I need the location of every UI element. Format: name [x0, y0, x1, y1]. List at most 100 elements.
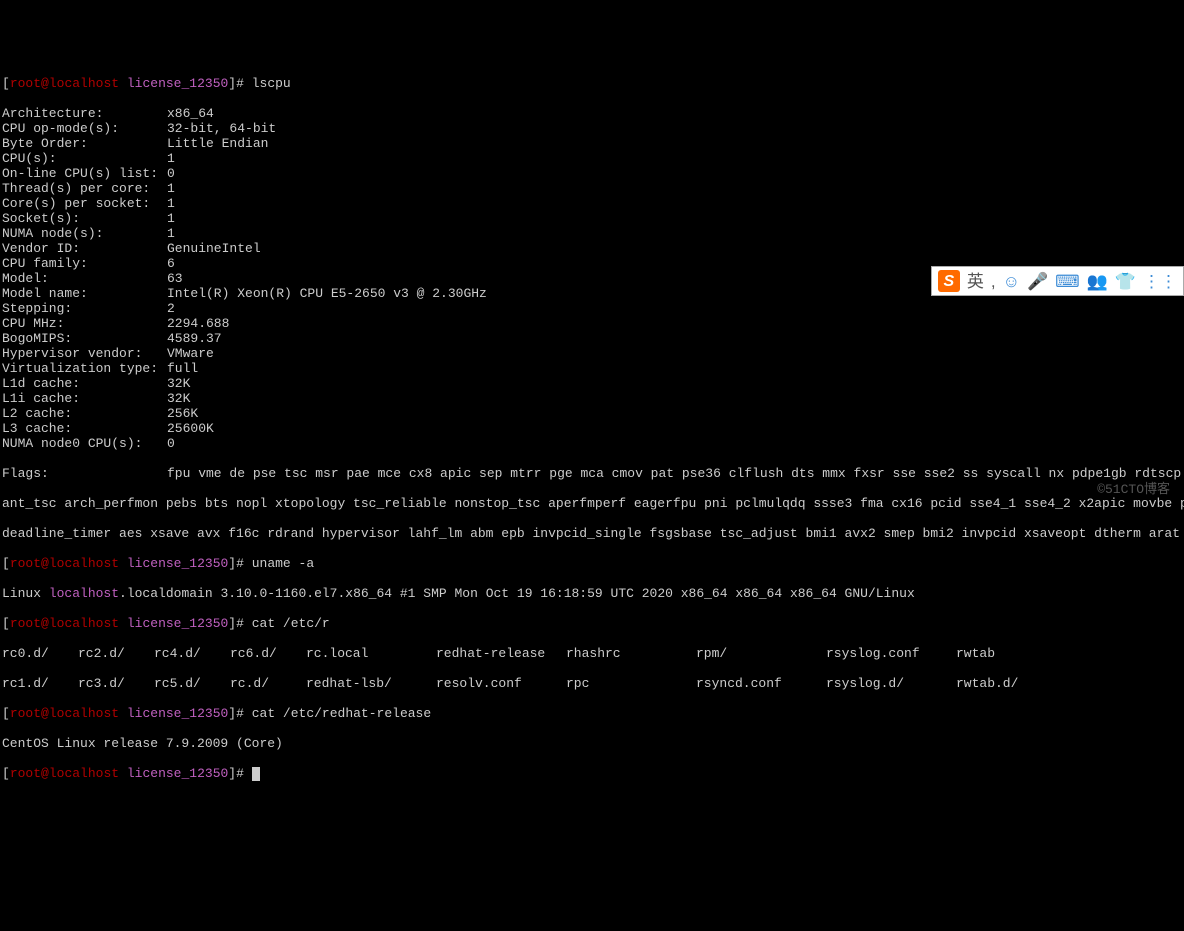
lscpu-val: 32K — [167, 376, 190, 391]
tab-item: redhat-release — [436, 646, 566, 661]
tab-item: rpc — [566, 676, 696, 691]
lscpu-val: 2294.688 — [167, 316, 229, 331]
lscpu-val: Little Endian — [167, 136, 268, 151]
lscpu-key: Stepping: — [2, 301, 167, 316]
ime-keyboard-icon[interactable]: ⌨ — [1055, 274, 1080, 289]
lscpu-val: 32-bit, 64-bit — [167, 121, 276, 136]
ime-menu-icon[interactable]: ⋮⋮ — [1143, 274, 1177, 289]
prompt-host: localhost — [49, 76, 119, 91]
lscpu-row: Virtualization type:full — [2, 361, 1184, 376]
tab-item: resolv.conf — [436, 676, 566, 691]
prompt-dir: license_12350 — [127, 76, 228, 91]
prompt-line-2: [root@localhost license_12350]# uname -a — [2, 556, 1184, 571]
cmd-lscpu: lscpu — [252, 76, 291, 91]
ime-skin-icon[interactable]: 👕 — [1115, 274, 1136, 289]
bracket-open: [ — [2, 76, 10, 91]
lscpu-key: Vendor ID: — [2, 241, 167, 256]
lscpu-row: Vendor ID:GenuineIntel — [2, 241, 1184, 256]
lscpu-key: Hypervisor vendor: — [2, 346, 167, 361]
cmd-uname: uname -a — [252, 556, 314, 571]
prompt-at: @ — [41, 76, 49, 91]
tab-item: rhashrc — [566, 646, 696, 661]
ime-punct-toggle[interactable]: , — [991, 274, 996, 289]
lscpu-key: CPU op-mode(s): — [2, 121, 167, 136]
prompt-line-4: [root@localhost license_12350]# cat /etc… — [2, 706, 1184, 721]
lscpu-key: L3 cache: — [2, 421, 167, 436]
lscpu-row: CPU MHz:2294.688 — [2, 316, 1184, 331]
lscpu-key: Socket(s): — [2, 211, 167, 226]
lscpu-key: L2 cache: — [2, 406, 167, 421]
lscpu-row: Stepping:2 — [2, 301, 1184, 316]
tab-item: rwtab — [956, 646, 1056, 661]
lscpu-key: BogoMIPS: — [2, 331, 167, 346]
lscpu-val: 1 — [167, 181, 175, 196]
tab-item: rwtab.d/ — [956, 676, 1056, 691]
ime-lang-toggle[interactable]: 英 — [967, 274, 984, 289]
tab-item: rc1.d/ — [2, 676, 78, 691]
tab-completion-row-1: rc0.d/rc2.d/rc4.d/rc6.d/rc.localredhat-r… — [2, 646, 1184, 661]
tab-item: rc4.d/ — [154, 646, 230, 661]
uname-output: Linux localhost.localdomain 3.10.0-1160.… — [2, 586, 1184, 601]
tab-item: rpm/ — [696, 646, 826, 661]
cmd-cat-r: cat /etc/r — [252, 616, 330, 631]
lscpu-key: Thread(s) per core: — [2, 181, 167, 196]
bracket-close: ]# — [228, 76, 244, 91]
prompt-user: root — [10, 76, 41, 91]
tab-item: rc6.d/ — [230, 646, 306, 661]
lscpu-key: On-line CPU(s) list: — [2, 166, 167, 181]
tab-item: rsyncd.conf — [696, 676, 826, 691]
redhat-release-output: CentOS Linux release 7.9.2009 (Core) — [2, 736, 1184, 751]
lscpu-row: Architecture:x86_64 — [2, 106, 1184, 121]
lscpu-key: CPU(s): — [2, 151, 167, 166]
watermark: ©51CTO博客 — [1097, 482, 1170, 497]
lscpu-val: 6 — [167, 256, 175, 271]
cursor[interactable] — [252, 767, 260, 781]
lscpu-val: 25600K — [167, 421, 214, 436]
ime-emoji-icon[interactable]: ☺ — [1003, 274, 1020, 289]
lscpu-key: NUMA node0 CPU(s): — [2, 436, 167, 451]
lscpu-val: 2 — [167, 301, 175, 316]
lscpu-row: L2 cache:256K — [2, 406, 1184, 421]
prompt-line-1: [root@localhost license_12350]# lscpu — [2, 76, 1184, 91]
lscpu-row: NUMA node(s):1 — [2, 226, 1184, 241]
lscpu-key: Core(s) per socket: — [2, 196, 167, 211]
tab-item: rc.local — [306, 646, 436, 661]
flags-text-0: fpu vme de pse tsc msr pae mce cx8 apic … — [167, 466, 1184, 481]
lscpu-key: L1i cache: — [2, 391, 167, 406]
terminal[interactable]: [root@localhost license_12350]# lscpu Ar… — [0, 60, 1184, 796]
ime-voice-icon[interactable]: 🎤 — [1027, 274, 1048, 289]
lscpu-key: NUMA node(s): — [2, 226, 167, 241]
lscpu-row: Hypervisor vendor:VMware — [2, 346, 1184, 361]
lscpu-val: 63 — [167, 271, 183, 286]
lscpu-val: Intel(R) Xeon(R) CPU E5-2650 v3 @ 2.30GH… — [167, 286, 487, 301]
lscpu-val: x86_64 — [167, 106, 214, 121]
flags-label: Flags: — [2, 466, 167, 481]
tab-item: rc.d/ — [230, 676, 306, 691]
lscpu-row: L1d cache:32K — [2, 376, 1184, 391]
lscpu-row: L3 cache:25600K — [2, 421, 1184, 436]
tab-item: rc0.d/ — [2, 646, 78, 661]
ime-toolbar[interactable]: S 英 , ☺ 🎤 ⌨ 👥 👕 ⋮⋮ — [931, 266, 1184, 296]
lscpu-row: NUMA node0 CPU(s):0 — [2, 436, 1184, 451]
tab-item: rc3.d/ — [78, 676, 154, 691]
lscpu-key: Model: — [2, 271, 167, 286]
lscpu-key: L1d cache: — [2, 376, 167, 391]
lscpu-row: BogoMIPS:4589.37 — [2, 331, 1184, 346]
tab-item: rsyslog.d/ — [826, 676, 956, 691]
cmd-cat-redhat: cat /etc/redhat-release — [252, 706, 431, 721]
lscpu-row: Byte Order:Little Endian — [2, 136, 1184, 151]
ime-user-icon[interactable]: 👥 — [1087, 274, 1108, 289]
lscpu-val: 4589.37 — [167, 331, 222, 346]
lscpu-row: L1i cache:32K — [2, 391, 1184, 406]
lscpu-val: 1 — [167, 196, 175, 211]
lscpu-key: Architecture: — [2, 106, 167, 121]
lscpu-val: 0 — [167, 436, 175, 451]
flags-line-1: Flags:fpu vme de pse tsc msr pae mce cx8… — [2, 466, 1184, 481]
tab-completion-row-2: rc1.d/rc3.d/rc5.d/rc.d/redhat-lsb/resolv… — [2, 676, 1184, 691]
tab-item: rsyslog.conf — [826, 646, 956, 661]
lscpu-val: 1 — [167, 151, 175, 166]
lscpu-row: Core(s) per socket:1 — [2, 196, 1184, 211]
lscpu-key: CPU family: — [2, 256, 167, 271]
ime-logo-icon[interactable]: S — [938, 270, 960, 292]
prompt-line-3: [root@localhost license_12350]# cat /etc… — [2, 616, 1184, 631]
